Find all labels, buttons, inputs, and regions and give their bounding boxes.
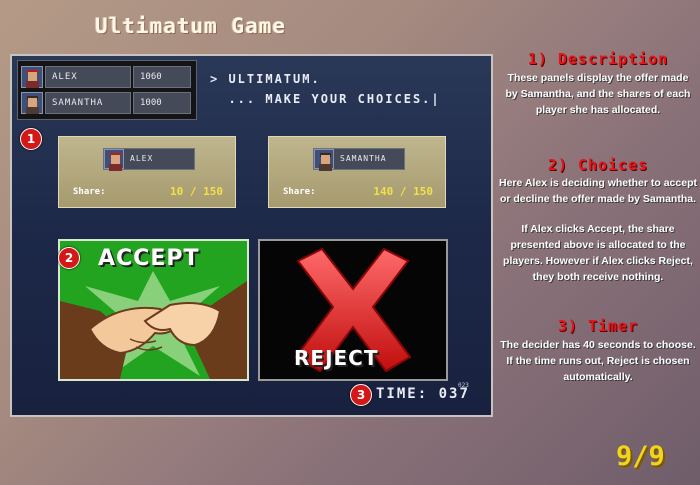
- timer-label: TIME:: [376, 386, 429, 402]
- share-nameplate: SAMANTHA: [313, 148, 405, 171]
- share-player-name: SAMANTHA: [340, 154, 387, 163]
- badge-timer: 3: [350, 384, 372, 406]
- player-name: ALEX: [45, 66, 131, 88]
- share-panel-samantha: SAMANTHA Share: 140 / 150: [268, 136, 446, 208]
- game-panel: ALEX 1060 SAMANTHA 1000 > ULTIMATUM. ...…: [10, 54, 493, 417]
- player-name: SAMANTHA: [45, 92, 131, 114]
- page-title: Ultimatum Game: [95, 14, 287, 38]
- section-title-description: 1) Description: [527, 50, 669, 68]
- status-message: > ULTIMATUM. ... MAKE YOUR CHOICES.|: [210, 72, 441, 106]
- accept-button[interactable]: ACCEPT: [58, 239, 249, 381]
- share-label: Share:: [283, 187, 316, 197]
- section-title-choices: 2) Choices: [547, 156, 649, 174]
- instructions-panel: 1) Description These panels display the …: [496, 50, 700, 385]
- alex-avatar-icon: [21, 66, 43, 88]
- share-value: 10 / 150: [170, 185, 223, 198]
- reject-label: REJECT: [294, 346, 379, 370]
- player-score: 1060: [133, 66, 191, 88]
- share-player-name: ALEX: [130, 154, 154, 163]
- share-panel-alex: ALEX Share: 10 / 150: [58, 136, 236, 208]
- player-score: 1000: [133, 92, 191, 114]
- accept-label: ACCEPT: [98, 246, 200, 271]
- section-body-timer: The decider has 40 seconds to choose. If…: [500, 339, 696, 383]
- share-label: Share:: [73, 187, 106, 197]
- section-title-timer: 3) Timer: [557, 317, 639, 335]
- badge-description: 1: [20, 128, 42, 150]
- share-nameplate: ALEX: [103, 148, 195, 171]
- section-body-choices-detail: If Alex clicks Accept, the share present…: [503, 223, 693, 283]
- samantha-avatar-icon: [314, 149, 334, 171]
- alex-avatar-icon: [104, 149, 124, 171]
- player-scoreboard: ALEX 1060 SAMANTHA 1000: [17, 60, 197, 120]
- samantha-avatar-icon: [21, 92, 43, 114]
- share-value: 140 / 150: [373, 185, 433, 198]
- timer-sub-value: 023: [458, 382, 469, 389]
- reject-button[interactable]: REJECT: [258, 239, 448, 381]
- page-counter: 9/9: [616, 441, 665, 472]
- section-body-description: These panels display the offer made by S…: [505, 72, 691, 116]
- section-body-choices: Here Alex is deciding whether to accept …: [498, 177, 697, 205]
- timer-display: TIME: 037: [376, 386, 470, 402]
- badge-choices: 2: [58, 247, 80, 269]
